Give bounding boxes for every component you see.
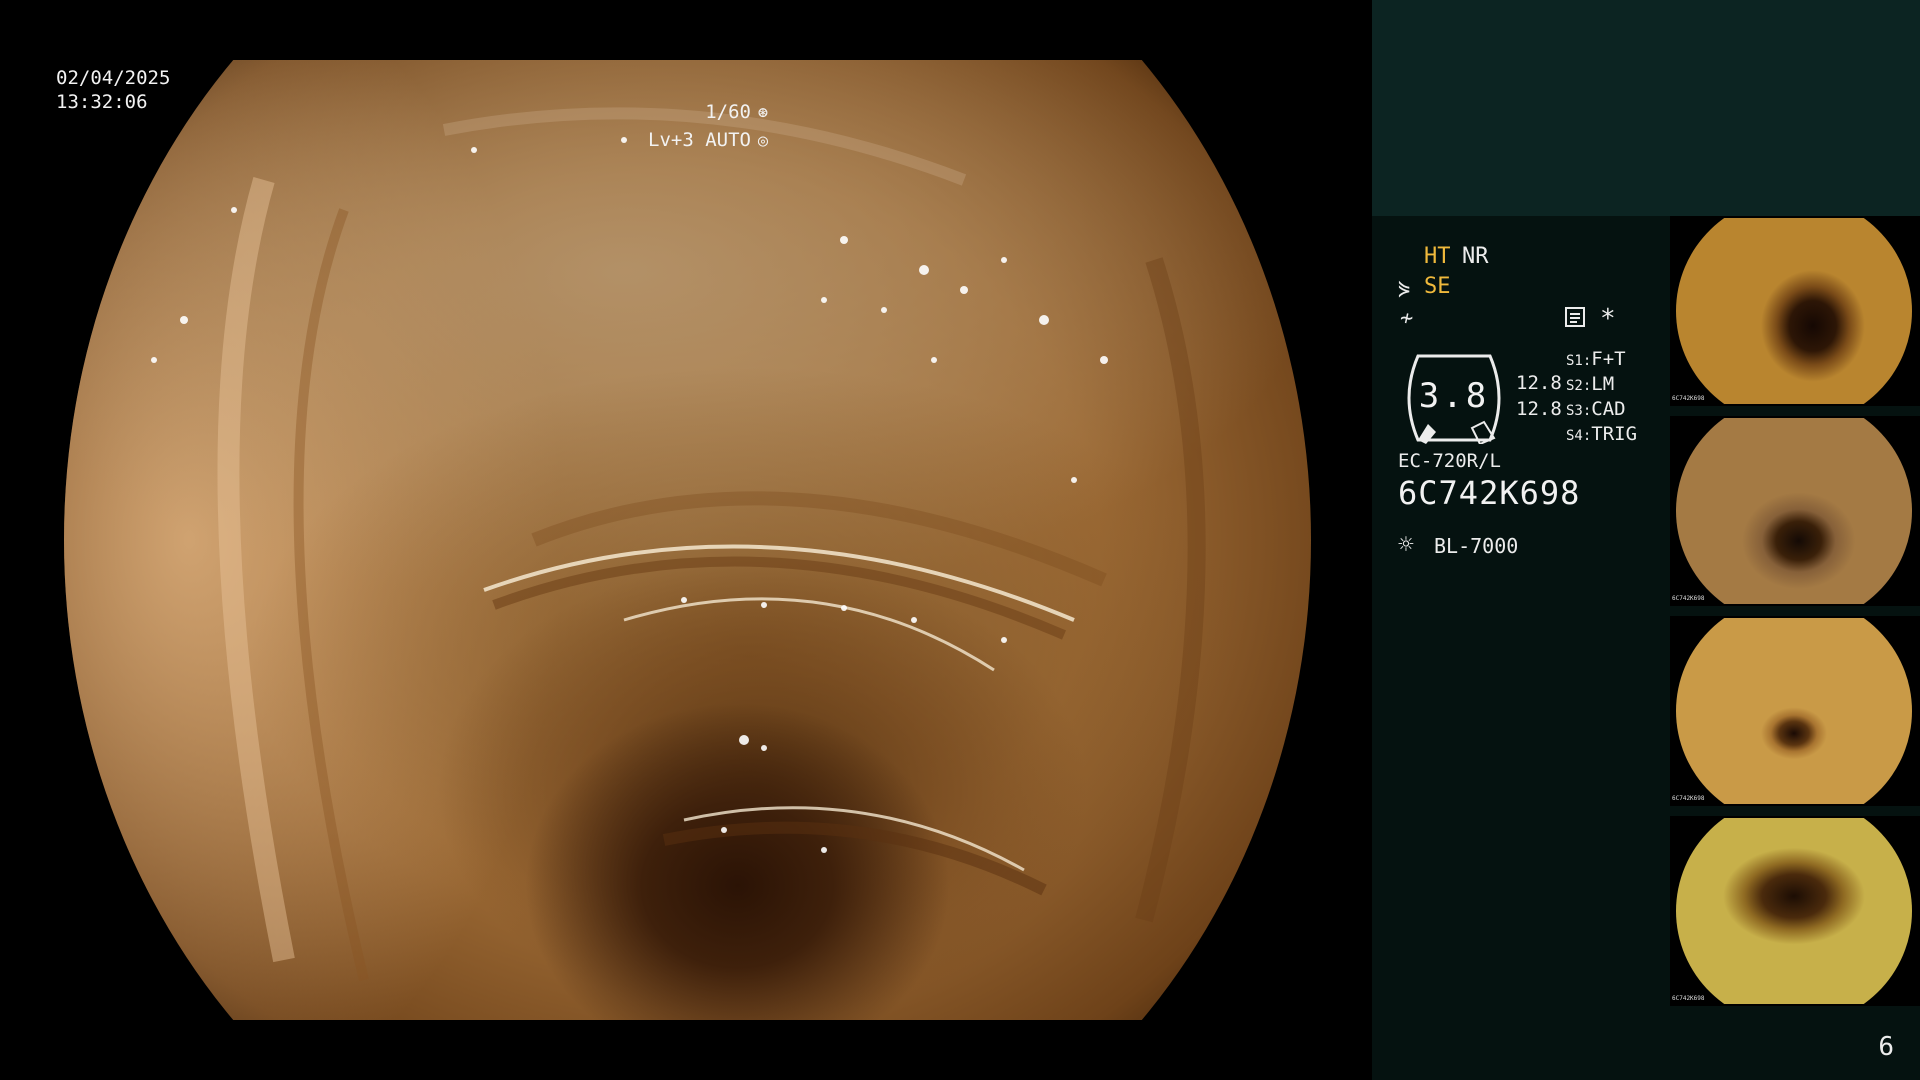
page-number: 6 (1878, 1032, 1894, 1062)
structure-enhance-icon: ⋟ (1398, 276, 1411, 300)
ht-indicator: HT (1424, 244, 1451, 269)
shutter-value: 1/60 (705, 101, 751, 123)
star-marker: * (1600, 304, 1616, 334)
thumbnail-image (1676, 418, 1912, 604)
side-value-2: 12.8 (1516, 398, 1562, 420)
level-value: Lv+3 AUTO (648, 129, 751, 151)
thumbnail-3[interactable]: 6C742K698 (1670, 616, 1920, 806)
switch-s2: S2:LM (1566, 373, 1615, 395)
thumbnail-2[interactable]: 6C742K698 (1670, 416, 1920, 606)
iris-icon: ◎ (757, 131, 769, 151)
se-indicator: SE (1424, 274, 1451, 299)
light-source-icon: ☼ (1398, 530, 1414, 560)
thumbnail-serial: 6C742K698 (1672, 395, 1705, 402)
thumbnail-4[interactable]: 6C742K698 (1670, 816, 1920, 1006)
thumbnail-image (1676, 618, 1912, 804)
switch-s1: S1:F+T (1566, 348, 1626, 370)
thumbnail-serial: 6C742K698 (1672, 795, 1705, 802)
freeze-icon: ≁ (1400, 306, 1414, 331)
shutter-readout: 1/60 ⊛ (705, 98, 772, 127)
panel-header (1372, 0, 1920, 216)
switch-s4: S4:TRIG (1566, 423, 1638, 445)
memo-icon (1564, 306, 1586, 334)
scope-serial: 6C742K698 (1398, 474, 1581, 512)
switch-s3: S3:CAD (1566, 398, 1626, 420)
mucosa-folds (151, 107, 1206, 982)
endoscopic-image (64, 60, 1311, 1020)
gauge-value: 3.8 (1418, 376, 1490, 416)
scope-model: EC-720R/L (1398, 450, 1501, 472)
time-readout: 13:32:06 (56, 91, 148, 113)
side-value-1: 12.8 (1516, 372, 1562, 394)
light-source-model: BL-7000 (1434, 534, 1519, 558)
thumbnail-image (1676, 218, 1912, 404)
brightness-level-readout: Lv+3 AUTO ◎ (648, 126, 772, 155)
aperture-icon: ⊛ (757, 103, 769, 123)
thumbnail-image (1676, 818, 1912, 1004)
thumbnail-serial: 6C742K698 (1672, 595, 1705, 602)
endoscope-main-view: 02/04/2025 13:32:06 1/60 ⊛ Lv+3 AUTO ◎ (0, 0, 1372, 1080)
thumbnail-1[interactable]: 6C742K698 (1670, 216, 1920, 406)
thumbnail-serial: 6C742K698 (1672, 995, 1705, 1002)
nr-indicator: NR (1462, 244, 1489, 269)
